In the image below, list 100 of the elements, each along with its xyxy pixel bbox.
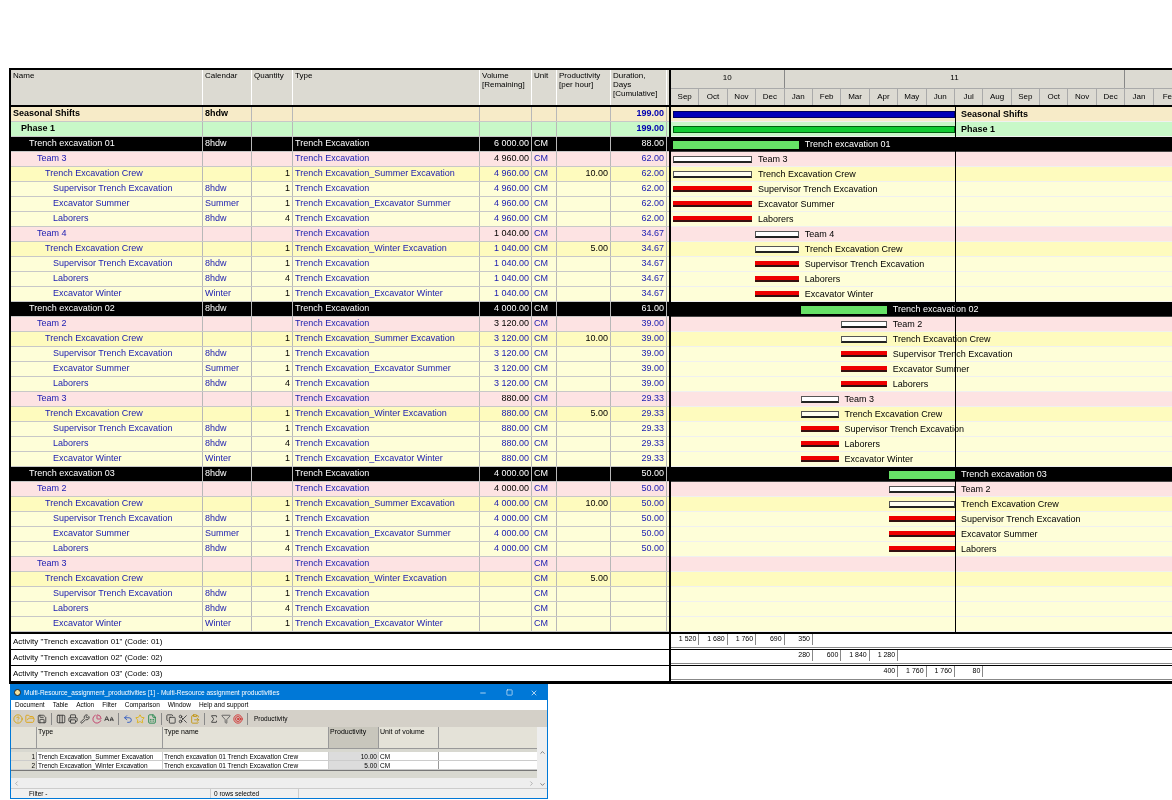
star-icon[interactable] — [135, 713, 145, 724]
scroll-down-icon[interactable] — [538, 781, 546, 788]
table-cell: 29.33 — [641, 437, 664, 451]
gantt-bar[interactable] — [840, 381, 887, 387]
row-name[interactable]: Supervisor Trench Excavation — [13, 422, 173, 436]
row-name[interactable]: Supervisor Trench Excavation — [13, 587, 173, 601]
row-name[interactable]: Laborers — [13, 542, 89, 556]
row-name[interactable]: Supervisor Trench Excavation — [13, 257, 173, 271]
undo-icon[interactable] — [123, 713, 133, 724]
row-name[interactable]: Team 3 — [13, 392, 67, 406]
table-cell: Trench Excavation — [295, 512, 370, 526]
print-icon[interactable] — [68, 713, 78, 724]
row-name[interactable]: Trench excavation 02 — [13, 302, 115, 316]
row-name[interactable]: Trench Excavation Crew — [13, 332, 143, 346]
gantt-bar[interactable] — [673, 171, 752, 178]
close-icon[interactable] — [530, 688, 538, 697]
row-name[interactable]: Excavator Summer — [13, 197, 130, 211]
row-name[interactable]: Team 3 — [13, 557, 67, 571]
row-name[interactable]: Team 2 — [13, 482, 67, 496]
column-header[interactable]: Volume [Remaining] — [482, 71, 529, 89]
row-name[interactable]: Trench Excavation Crew — [13, 407, 143, 421]
row-name[interactable]: Laborers — [13, 212, 89, 226]
row-name[interactable]: Excavator Winter — [13, 287, 122, 301]
row-name[interactable]: Trench excavation 03 — [13, 467, 115, 481]
row-name[interactable]: Seasonal Shifts — [13, 107, 81, 121]
target-icon[interactable] — [233, 713, 243, 724]
table-cell: 34.67 — [641, 242, 664, 256]
table-cell: CM — [534, 212, 548, 226]
font-size-icon[interactable] — [104, 713, 114, 724]
row-name[interactable]: Laborers — [13, 377, 89, 391]
table-cell: 39.00 — [641, 362, 664, 376]
table-cell: Trench Excavation_Excavator Winter — [295, 452, 443, 466]
row-name[interactable]: Trench Excavation Crew — [13, 497, 143, 511]
table-cell: 1 — [285, 527, 290, 541]
table-cell: Trench Excavation_Excavator Summer — [295, 527, 451, 541]
column-header[interactable]: Type — [295, 71, 477, 80]
row-name[interactable]: Trench Excavation Crew — [13, 167, 143, 181]
function-icon[interactable] — [209, 713, 219, 724]
row-name[interactable]: Supervisor Trench Excavation — [13, 512, 173, 526]
column-header[interactable]: Productivity [per hour] — [559, 71, 608, 89]
gantt-bar[interactable] — [800, 396, 839, 403]
table-cell: 8hdw — [205, 212, 227, 226]
row-name[interactable]: Excavator Summer — [13, 527, 130, 541]
row-name[interactable]: Team 3 — [13, 152, 67, 166]
column-header[interactable]: Calendar — [205, 71, 249, 80]
table-cell: Summer — [205, 362, 239, 376]
gantt-bar[interactable] — [755, 231, 799, 238]
gantt-bar[interactable] — [888, 486, 955, 493]
row-name[interactable]: Team 2 — [13, 317, 67, 331]
spreadsheet-icon[interactable] — [147, 713, 157, 724]
row-name[interactable]: Phase 1 — [13, 122, 56, 136]
columns-icon[interactable] — [56, 713, 66, 724]
row-name[interactable]: Excavator Winter — [13, 617, 122, 631]
row-name[interactable]: Supervisor Trench Excavation — [13, 182, 173, 196]
scroll-up-icon[interactable] — [538, 749, 546, 756]
row-name[interactable]: Laborers — [13, 437, 89, 451]
gantt-bar[interactable] — [800, 456, 839, 462]
activity-label: Activity "Trench excavation 01" (Code: 01) — [13, 635, 163, 648]
table-cell: 8hdw — [205, 512, 227, 526]
table-cell: Summer — [205, 527, 239, 541]
gantt-bar[interactable] — [800, 411, 839, 418]
filter-icon[interactable] — [221, 713, 231, 724]
row-name[interactable]: Laborers — [13, 602, 89, 616]
gantt-bar[interactable] — [800, 426, 839, 432]
table-cell: 3 120.00 — [493, 332, 529, 346]
row-name[interactable]: Trench Excavation Crew — [13, 572, 143, 586]
maximize-icon[interactable] — [506, 689, 513, 696]
gantt-bar[interactable] — [840, 351, 887, 357]
column-header[interactable]: Duration, Days [Cumulative] — [613, 71, 664, 98]
gantt-bar[interactable] — [673, 156, 752, 163]
copy-icon[interactable] — [166, 713, 176, 724]
row-name[interactable]: Excavator Winter — [13, 452, 122, 466]
gantt-bar[interactable] — [840, 366, 887, 372]
gantt-bar[interactable] — [755, 246, 799, 253]
row-name[interactable]: Supervisor Trench Excavation — [13, 347, 173, 361]
gantt-bar[interactable] — [840, 336, 887, 343]
column-header[interactable]: Unit — [534, 71, 554, 80]
row-name[interactable]: Trench Excavation Crew — [13, 242, 143, 256]
bar-label: Excavator Summer — [757, 198, 835, 211]
gantt-bar[interactable] — [888, 501, 955, 508]
row-name[interactable]: Laborers — [13, 272, 89, 286]
save-icon[interactable] — [37, 713, 47, 724]
column-header[interactable]: Quantity — [254, 71, 290, 80]
table-cell: CM — [534, 257, 548, 271]
table-cell: 1 — [285, 497, 290, 511]
cut-icon[interactable] — [178, 713, 188, 724]
bar-label: Trench Excavation Crew — [804, 243, 903, 256]
column-header[interactable]: Name — [13, 71, 200, 80]
table-cell: 1 040.00 — [493, 257, 529, 271]
row-name[interactable]: Trench excavation 01 — [13, 137, 115, 151]
row-name[interactable]: Team 4 — [13, 227, 67, 241]
tools-icon[interactable] — [80, 713, 90, 724]
year-label: 11 — [950, 72, 959, 84]
table-cell: CM — [534, 482, 548, 496]
gantt-bar[interactable] — [840, 321, 887, 328]
table-cell: Trench Excavation — [295, 257, 370, 271]
pie-chart-icon[interactable] — [92, 713, 102, 724]
row-name[interactable]: Excavator Summer — [13, 362, 130, 376]
gantt-bar[interactable] — [800, 441, 839, 447]
table-cell: 29.33 — [641, 407, 664, 421]
